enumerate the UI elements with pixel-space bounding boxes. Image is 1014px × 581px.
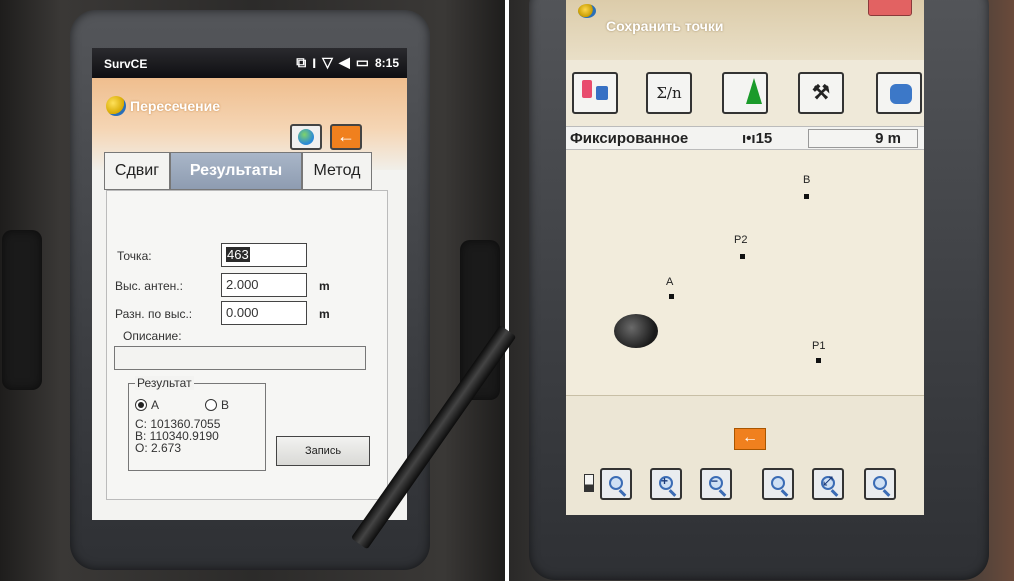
height-diff-unit: m bbox=[319, 307, 330, 321]
magnifier-icon bbox=[609, 476, 623, 490]
status-app-name: SurvCE bbox=[104, 57, 148, 71]
zoom-extents-symbol: ⤢ bbox=[823, 474, 833, 488]
map-view[interactable]: B P2 A P1 bbox=[566, 150, 924, 395]
map-point-marker[interactable] bbox=[740, 254, 745, 259]
map-toolbar: Σ/n ⚒ bbox=[566, 68, 924, 126]
scale-box: 9 m bbox=[808, 129, 918, 148]
back-button[interactable]: ← bbox=[330, 124, 362, 150]
point-value: 463 bbox=[226, 247, 250, 262]
binoculars-button[interactable] bbox=[876, 72, 922, 114]
satellite-count-value: 15 bbox=[755, 130, 773, 147]
status-time: 8:15 bbox=[374, 55, 399, 70]
device-grip-left bbox=[2, 230, 42, 390]
description-field[interactable] bbox=[114, 346, 366, 370]
radio-a[interactable]: A bbox=[135, 398, 159, 412]
radio-a-indicator bbox=[135, 399, 147, 411]
sum-button[interactable]: Σ/n bbox=[646, 72, 692, 114]
windows-icon: ⧉ bbox=[296, 54, 307, 70]
title-bar: Сохранить точки bbox=[566, 0, 924, 60]
signal-icon: ▽ bbox=[322, 54, 333, 70]
antenna-height-unit: m bbox=[319, 279, 330, 293]
app-logo-icon bbox=[106, 96, 126, 116]
arrow-left-icon: ← bbox=[742, 429, 758, 446]
tools-button[interactable]: ⚒ bbox=[798, 72, 844, 114]
zoom-window-button[interactable] bbox=[600, 468, 632, 500]
radio-b[interactable]: B bbox=[205, 398, 229, 412]
fix-status: Фиксированное bbox=[570, 130, 689, 147]
bottom-area: ← + − ⤢ bbox=[566, 395, 924, 515]
zoom-out-symbol: − bbox=[711, 474, 719, 488]
page-title: Пересечение bbox=[130, 98, 220, 114]
tab-results[interactable]: Результаты bbox=[170, 152, 302, 190]
antenna-icon: Ɩ bbox=[312, 54, 317, 71]
tree-button[interactable] bbox=[722, 72, 768, 114]
status-icons: ⧉ Ɩ ▽ ◀ ▭ 8:15 bbox=[296, 54, 399, 71]
zoom-previous-button[interactable] bbox=[762, 468, 794, 500]
radio-a-label: A bbox=[151, 398, 160, 412]
map-point-label: A bbox=[666, 276, 674, 288]
arrow-left-icon: ← bbox=[337, 126, 355, 146]
magnifier-icon bbox=[771, 476, 785, 490]
description-label: Описание: bbox=[123, 329, 182, 343]
right-device-screen: Сохранить точки Σ/n ⚒ Фиксированное ı•ı1… bbox=[566, 0, 924, 515]
speaker-icon: ◀ bbox=[338, 54, 350, 70]
map-point-marker[interactable] bbox=[804, 194, 809, 199]
zoom-out-button[interactable]: − bbox=[700, 468, 732, 500]
result-group-title: Результат bbox=[135, 376, 194, 390]
result-o-line: O: 2.673 bbox=[135, 441, 182, 455]
height-diff-label: Разн. по выс.: bbox=[115, 307, 193, 321]
globe-button[interactable] bbox=[290, 124, 322, 150]
point-icon bbox=[582, 80, 592, 98]
save-record-button[interactable]: Запись bbox=[276, 436, 370, 466]
result-groupbox: Результат A B C: 101360.7055 B: 110340.9… bbox=[128, 376, 266, 471]
page-title: Сохранить точки bbox=[606, 18, 724, 34]
store-point-button[interactable] bbox=[572, 72, 618, 114]
zoom-all-button[interactable] bbox=[864, 468, 896, 500]
map-point-label: P2 bbox=[734, 234, 748, 246]
globe-icon bbox=[298, 129, 314, 145]
zoom-in-button[interactable]: + bbox=[650, 468, 682, 500]
map-back-button[interactable]: ← bbox=[734, 428, 766, 450]
satellite-icon: ı•ı bbox=[742, 130, 756, 147]
map-point-marker[interactable] bbox=[669, 294, 674, 299]
antenna-height-label: Выс. антен.: bbox=[115, 279, 183, 293]
tab-shift[interactable]: Сдвиг bbox=[104, 152, 170, 190]
map-point-label: B bbox=[803, 174, 811, 186]
close-button[interactable] bbox=[868, 0, 912, 16]
point-field[interactable]: 463 bbox=[221, 243, 307, 267]
point-label: Точка: bbox=[117, 249, 152, 263]
satellite-count: ı•ı15 bbox=[742, 130, 772, 147]
map-point-marker[interactable] bbox=[816, 358, 821, 363]
battery-status-icon: ▭ bbox=[355, 54, 369, 70]
zoom-extents-button[interactable]: ⤢ bbox=[812, 468, 844, 500]
info-bar: Фиксированное ı•ı15 9 m bbox=[566, 126, 924, 150]
zoom-in-symbol: + bbox=[661, 474, 669, 488]
battery-icon bbox=[584, 474, 594, 492]
app-logo-icon bbox=[578, 4, 596, 18]
radio-b-indicator bbox=[205, 399, 217, 411]
map-point-label: P1 bbox=[812, 340, 826, 352]
zoom-bar: + − ⤢ bbox=[566, 468, 924, 510]
tab-bar: Сдвиг Результаты Метод bbox=[104, 152, 396, 190]
left-device-screen: SurvCE ⧉ Ɩ ▽ ◀ ▭ 8:15 Пересечение ← Сдви… bbox=[92, 48, 407, 520]
tab-method[interactable]: Метод bbox=[302, 152, 372, 190]
binoculars-icon bbox=[890, 84, 912, 104]
stylus-tip bbox=[614, 314, 658, 348]
status-bar: SurvCE ⧉ Ɩ ▽ ◀ ▭ 8:15 bbox=[92, 48, 407, 78]
magnifier-icon bbox=[873, 476, 887, 490]
antenna-height-field[interactable]: 2.000 bbox=[221, 273, 307, 297]
tree-icon bbox=[746, 78, 762, 104]
radio-b-label: B bbox=[221, 398, 230, 412]
height-diff-field[interactable]: 0.000 bbox=[221, 301, 307, 325]
